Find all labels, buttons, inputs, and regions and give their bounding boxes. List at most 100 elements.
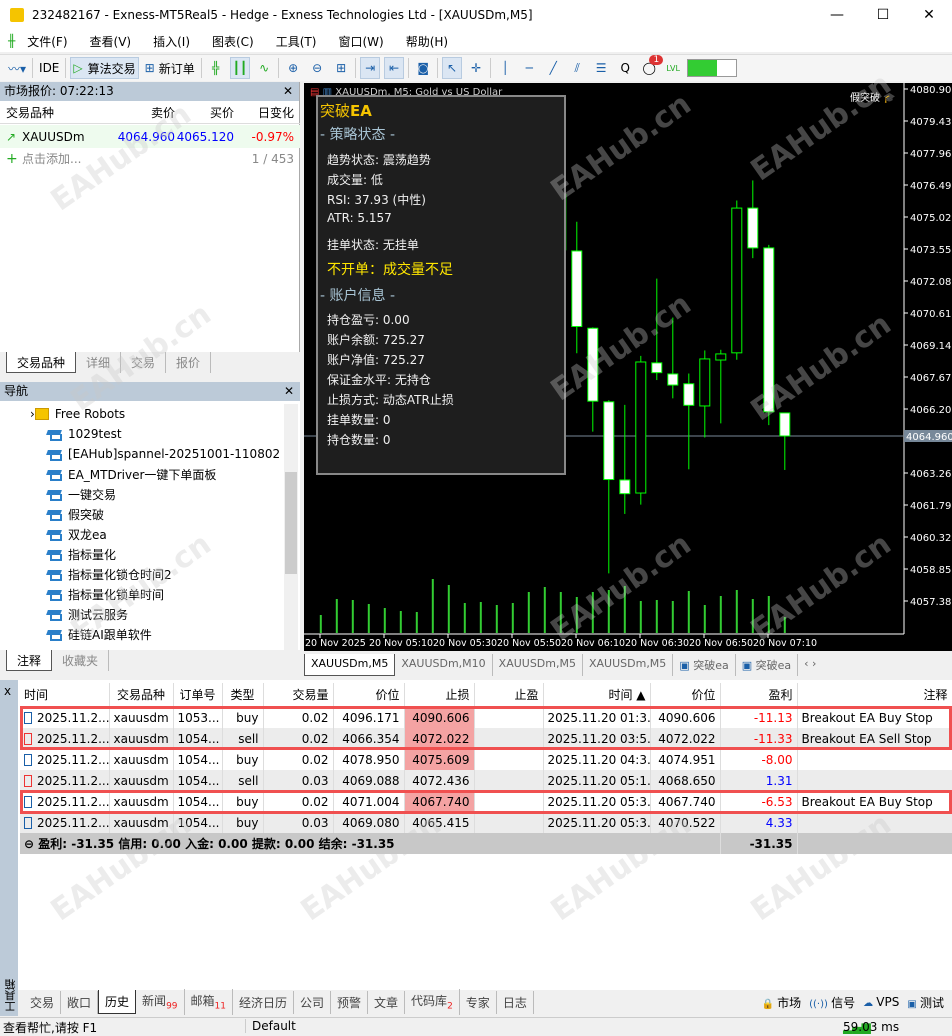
navigator-item[interactable]: 指标量化 [46,544,116,564]
column-header[interactable]: 价位 [650,683,721,708]
fibonacci-icon[interactable]: ☰ [591,57,611,79]
chart-shift-icon[interactable]: ⇤ [384,57,405,79]
navigator-item[interactable]: 1029test [46,424,122,444]
table-row[interactable]: 2025.11.2... xauusdm 1054... buy 0.03 4069.08… [20,812,952,833]
col-change[interactable]: 日变化 [258,104,294,121]
notifications-icon[interactable]: ◯ 1 [639,55,664,79]
market-watch-row[interactable]: ↗ XAUUSDm 4064.960 4065.120 -0.97% [0,125,300,148]
column-header[interactable]: 时间 ▲ [543,683,651,708]
toolbox-cloud-button[interactable]: ☁ VPS [863,995,899,1009]
chart-tab[interactable]: ▣ 突破ea [736,654,799,676]
chart-tab[interactable]: XAUUSDm,M5 [304,654,396,676]
new-order-button[interactable]: ⊞ 新订单 [143,57,197,79]
navigator-item[interactable]: 双龙ea [46,524,107,544]
chart-tab[interactable]: XAUUSDm,M10 [395,654,493,676]
tab-details[interactable]: 详细 [76,352,122,373]
navigator-item[interactable]: 指标量化锁单时间 [46,584,164,604]
navigator-item[interactable]: EA_MTDriver一键下单面板 [46,464,216,484]
table-row[interactable]: 2025.11.2... xauusdm 1054... sell 0.02 4066.3… [20,728,952,749]
toolbox-tab[interactable]: 新闻99 [136,989,185,1015]
menu-view[interactable]: 查看(V) [90,33,132,50]
table-row[interactable]: 2025.11.2... xauusdm 1054... buy 0.02 4071.00… [20,791,952,812]
column-header[interactable]: 注释 [797,683,952,708]
menu-chart[interactable]: 图表(C) [212,33,254,50]
close-icon[interactable]: ✕ [283,82,293,101]
chart-tab[interactable]: XAUUSDm,M5 [493,654,583,676]
lvl-icon[interactable]: LVL [663,57,683,79]
cursor-icon[interactable]: ↖ [442,57,463,79]
toolbox-tab[interactable]: 日志 [497,990,534,1014]
column-header[interactable]: 类型 [222,683,264,708]
tab-symbols[interactable]: 交易品种 [6,352,77,373]
menu-file[interactable]: 文件(F) [27,33,67,50]
col-ask[interactable]: 买价 [210,104,234,121]
bar-chart-icon[interactable]: ╬ [206,57,226,79]
table-row[interactable]: 2025.11.2... xauusdm 1054... sell 0.03 4069.0… [20,770,952,791]
navigator-item[interactable]: 假突破 [46,504,104,524]
toolbox-tab[interactable]: 敞口 [61,990,99,1014]
add-symbol-row[interactable]: + 点击添加... 1 / 453 [0,147,300,170]
crosshair-icon[interactable]: ✛ [466,57,486,79]
col-symbol[interactable]: 交易品种 [6,104,54,121]
column-header[interactable]: 价位 [333,683,405,708]
menu-insert[interactable]: 插入(I) [153,33,190,50]
navigator-item[interactable]: › Free Robots [30,404,125,424]
toolbox-tab[interactable]: 公司 [294,990,332,1014]
toolbox-tab[interactable]: 文章 [368,990,406,1014]
chart-tab[interactable]: XAUUSDm,M5 [583,654,674,676]
zoom-in-icon[interactable]: ⊕ [283,57,303,79]
tab-scroll-right-icon[interactable]: ‹ › [798,654,822,676]
toolbox-shopping-bag-button[interactable]: 🔒 市场 [761,994,801,1011]
vertical-line-icon[interactable]: │ [495,57,515,79]
navigator-item[interactable]: [EAHub]spannel-20251001-110802 [46,444,280,464]
zoom-out-icon[interactable]: ⊖ [307,57,327,79]
toolbox-signal-button[interactable]: ((·)) 信号 [809,994,855,1011]
navigator-item[interactable]: 测试云服务 [46,604,128,624]
minimize-button[interactable]: — [814,0,860,30]
search-icon[interactable]: Q [615,57,635,79]
close-button[interactable]: ✕ [906,0,952,30]
column-header[interactable]: 盈利 [720,683,798,708]
tab-favorites[interactable]: 收藏夹 [52,650,110,671]
tab-ticks[interactable]: 报价 [166,352,212,373]
column-header[interactable]: 交易品种 [109,683,174,708]
toolbox-tab[interactable]: 历史 [98,990,137,1014]
channel-icon[interactable]: ⫽ [567,57,587,79]
close-icon[interactable]: ✕ [284,382,294,401]
tile-windows-icon[interactable]: ⊞ [331,57,351,79]
line-chart-icon[interactable]: ∿ [254,57,274,79]
algo-trading-button[interactable]: ▷ 算法交易 [70,57,139,79]
col-bid[interactable]: 卖价 [151,104,175,121]
toolbox-tab[interactable]: 经济日历 [233,990,294,1014]
menu-window[interactable]: 窗口(W) [338,33,383,50]
column-header[interactable]: 止盈 [474,683,544,708]
toolbox-tab[interactable]: 专家 [460,990,497,1014]
menu-tools[interactable]: 工具(T) [276,33,317,50]
table-row[interactable]: 2025.11.2... xauusdm 1054... buy 0.02 4078.95… [20,749,952,770]
ide-button[interactable]: IDE [37,57,61,79]
navigator-item[interactable]: 一键交易 [46,484,116,504]
chart-tab[interactable]: ▣ 突破ea [673,654,736,676]
toolbox-chip-button[interactable]: ▣ 测试 [907,994,944,1011]
auto-scroll-icon[interactable]: ⇥ [360,57,381,79]
tab-common[interactable]: 注释 [6,650,53,671]
chart-type-dropdown[interactable]: 〰▾ [6,57,28,79]
candlestick-icon[interactable]: ┃┃ [229,57,251,79]
column-header[interactable]: 止损 [404,683,475,708]
table-row[interactable]: 2025.11.2... xauusdm 1053... buy 0.02 4096.17… [20,707,952,728]
tab-trading[interactable]: 交易 [121,352,167,373]
toolbox-close-icon[interactable]: x [4,684,11,698]
screenshot-icon[interactable]: ◙ [413,57,433,79]
horizontal-line-icon[interactable]: ─ [519,57,539,79]
scrollbar[interactable] [284,404,298,650]
scrollbar-thumb[interactable] [285,472,297,574]
navigator-item[interactable]: 硅链AI跟单软件 [46,624,152,644]
toolbox-tab[interactable]: 邮箱11 [185,989,233,1015]
toolbox-tab[interactable]: 代码库2 [405,989,460,1015]
column-header[interactable]: 时间 [20,683,110,708]
maximize-button[interactable]: ☐ [860,0,906,30]
toolbox-tab[interactable]: 预警 [331,990,369,1014]
column-header[interactable]: 交易量 [263,683,334,708]
toolbox-tab[interactable]: 交易 [24,990,62,1014]
trendline-icon[interactable]: ╱ [543,57,563,79]
